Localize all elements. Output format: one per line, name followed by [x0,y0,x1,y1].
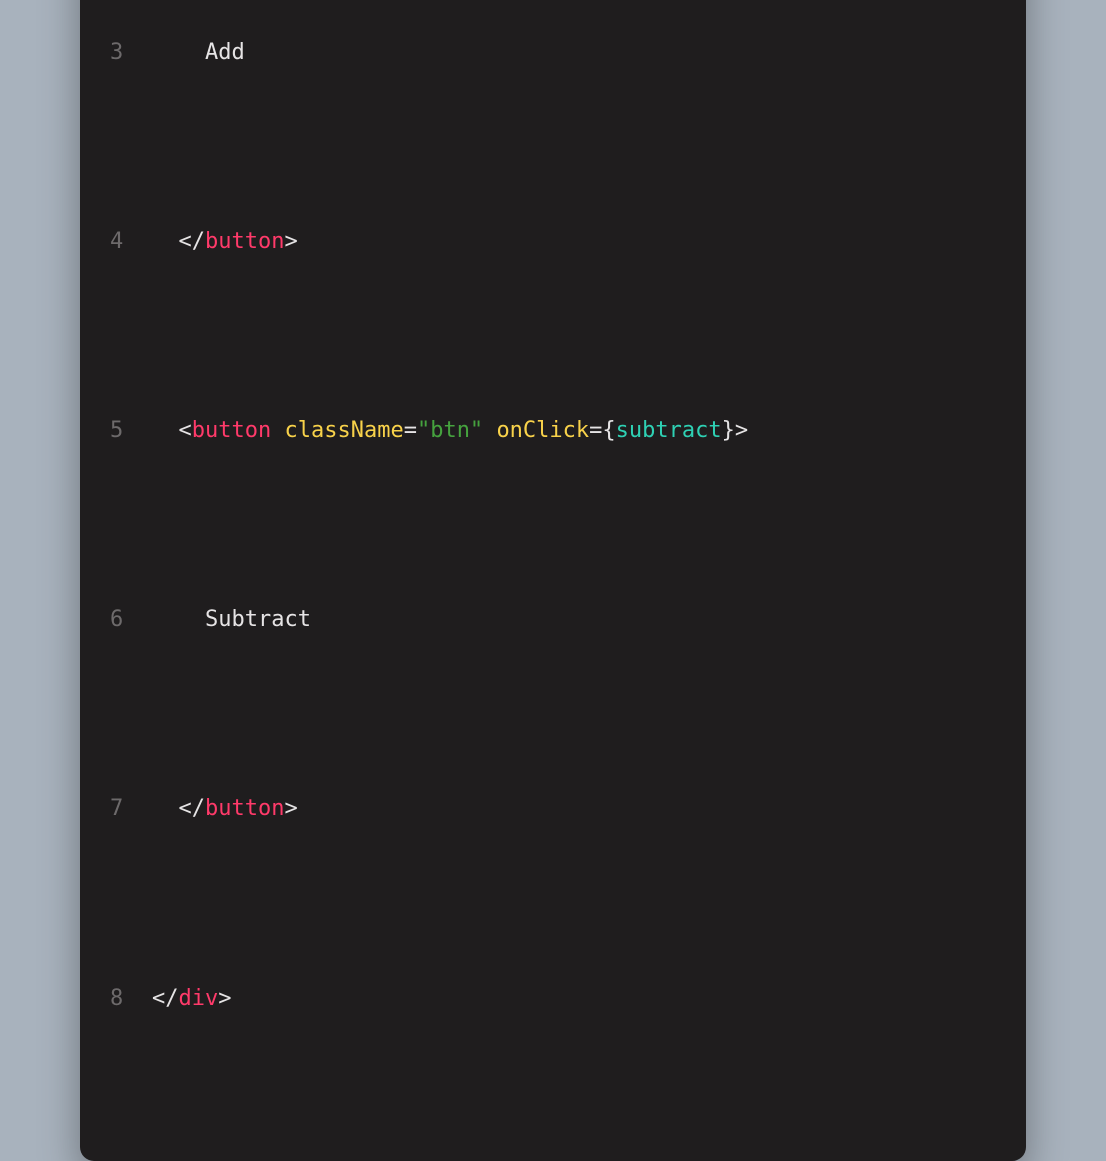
ident-subtract: subtract [616,418,722,443]
code-window: 1 <div> 2 <button className="btn" onClic… [80,0,1026,1161]
line-number: 6 [110,601,152,639]
tag-button: button [192,418,271,443]
code-line: 3 Add [110,34,996,72]
punct-lt: < [179,418,192,443]
indent [152,796,179,821]
indent [152,607,205,632]
punct-slash: / [192,229,205,254]
code-block: 1 <div> 2 <button className="btn" onClic… [110,0,996,1131]
string-btn: "btn" [417,418,483,443]
code-line: 4 </button> [110,223,996,261]
punct-gt: > [735,418,748,443]
line-number: 7 [110,790,152,828]
punct-lt: < [152,986,165,1011]
indent [152,418,179,443]
code-content: </div> [152,980,232,1018]
indent [152,229,179,254]
punct-slash: / [192,796,205,821]
code-line: 8 </div> [110,980,996,1018]
tag-button: button [205,229,284,254]
jsx-text-subtract: Subtract [205,607,311,632]
punct-gt: > [218,986,231,1011]
space [483,418,496,443]
attr-classname: className [284,418,403,443]
punct-eq: = [404,418,417,443]
jsx-text-add: Add [205,40,245,65]
code-content: <button className="btn" onClick={subtrac… [152,412,748,450]
attr-onclick: onClick [496,418,589,443]
line-number: 4 [110,223,152,261]
tag-button: button [205,796,284,821]
space [271,418,284,443]
code-line: 7 </button> [110,790,996,828]
indent [152,40,205,65]
tag-div: div [179,986,219,1011]
punct-eq: = [589,418,602,443]
punct-slash: / [165,986,178,1011]
punct-gt: > [284,229,297,254]
punct-lt: < [179,229,192,254]
code-line: 6 Subtract [110,601,996,639]
punct-lbrace: { [602,418,615,443]
code-content: Add [152,34,245,72]
code-line: 5 <button className="btn" onClick={subtr… [110,412,996,450]
line-number: 8 [110,980,152,1018]
line-number: 5 [110,412,152,450]
line-number: 3 [110,34,152,72]
punct-rbrace: } [722,418,735,443]
code-content: </button> [152,790,298,828]
punct-gt: > [284,796,297,821]
code-content: </button> [152,223,298,261]
code-content: Subtract [152,601,311,639]
punct-lt: < [179,796,192,821]
